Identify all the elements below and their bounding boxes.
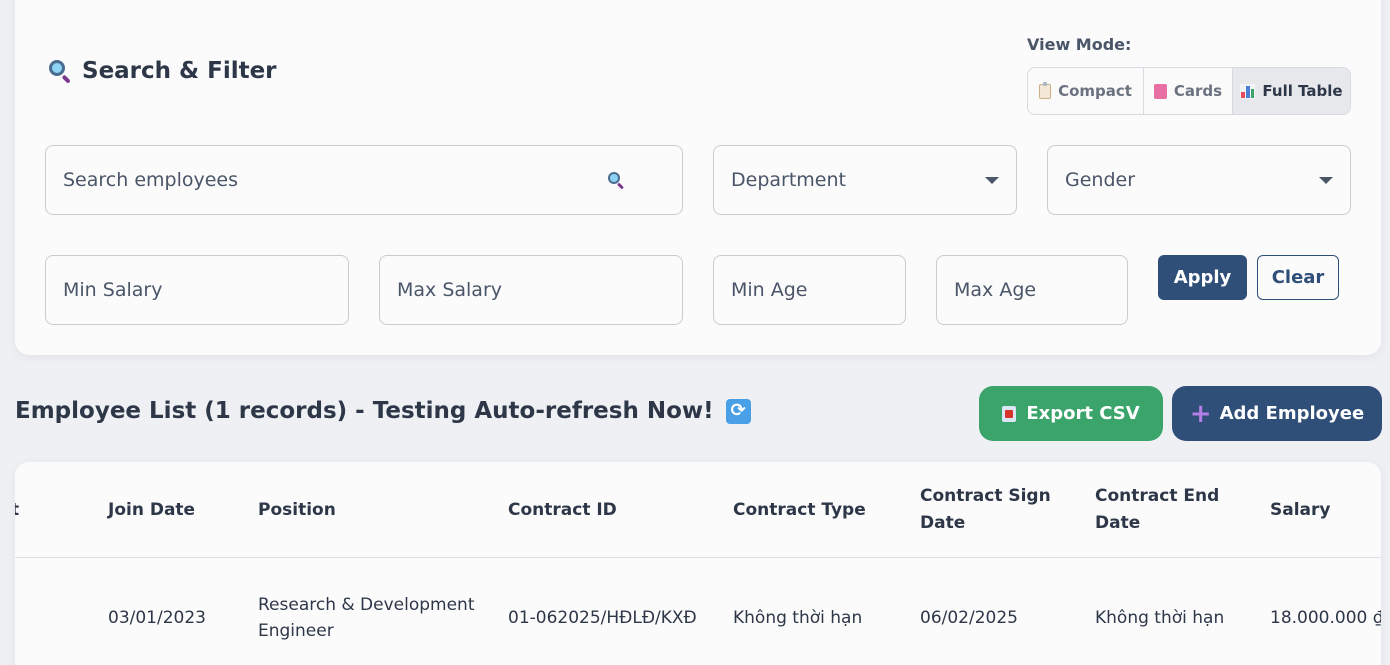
export-csv-label: Export CSV: [1026, 403, 1140, 424]
max-age-input[interactable]: Max Age: [936, 255, 1128, 325]
chevron-down-icon: [1319, 176, 1333, 184]
plus-icon: +: [1189, 398, 1212, 429]
column-header[interactable]: t: [15, 462, 41, 558]
table-cell: 18.000.000 ₫: [1270, 608, 1381, 628]
min-salary-placeholder: Min Salary: [63, 279, 163, 301]
employee-list-title: Employee List (1 records) - Testing Auto…: [15, 398, 714, 424]
clipboard-icon: [1039, 81, 1052, 99]
column-header[interactable]: Contract Type: [733, 462, 903, 558]
apply-button[interactable]: Apply: [1158, 255, 1247, 300]
column-header[interactable]: Position: [258, 462, 488, 558]
gender-select[interactable]: Gender: [1047, 145, 1351, 215]
card-icon: [1153, 83, 1167, 99]
table-cell: 01-062025/HĐLĐ/KXĐ: [508, 608, 697, 628]
table-header-row: t Join Date Position Contract ID Contrac…: [15, 462, 1381, 558]
view-compact-label: Compact: [1058, 82, 1132, 100]
search-placeholder: Search employees: [63, 169, 238, 191]
employee-list-header: Employee List (1 records) - Testing Auto…: [15, 398, 751, 424]
table-cell: 06/02/2025: [920, 608, 1018, 628]
column-header[interactable]: Salary: [1270, 462, 1381, 558]
view-mode-label: View Mode:: [1027, 35, 1132, 54]
column-header[interactable]: Contract Sign Date: [920, 462, 1070, 558]
clear-button[interactable]: Clear: [1257, 255, 1339, 300]
magnifier-icon: [48, 59, 72, 84]
view-full-table-button[interactable]: Full Table: [1233, 68, 1350, 114]
table-cell: 03/01/2023: [108, 608, 206, 628]
max-age-placeholder: Max Age: [954, 279, 1037, 301]
employee-table: t Join Date Position Contract ID Contrac…: [15, 462, 1381, 665]
table-cell: Không thời hạn: [733, 608, 863, 628]
chevron-down-icon: [985, 176, 999, 184]
min-age-input[interactable]: Min Age: [713, 255, 906, 325]
table-cell: Research & Development Engineer: [258, 595, 475, 641]
search-input[interactable]: Search employees: [45, 145, 683, 215]
view-cards-label: Cards: [1173, 82, 1223, 100]
bar-chart-icon: [1240, 83, 1256, 99]
max-salary-input[interactable]: Max Salary: [379, 255, 683, 325]
table-cell: Không thời hạn: [1095, 608, 1225, 628]
column-header[interactable]: Join Date: [108, 462, 248, 558]
search-icon: [607, 171, 625, 190]
column-header[interactable]: Contract ID: [508, 462, 718, 558]
refresh-icon: ⟳: [725, 398, 751, 424]
column-header[interactable]: Contract End Date: [1095, 462, 1245, 558]
export-csv-button[interactable]: Export CSV: [979, 386, 1163, 441]
add-employee-button[interactable]: + Add Employee: [1172, 386, 1382, 441]
view-compact-button[interactable]: Compact: [1028, 68, 1144, 114]
department-select[interactable]: Department: [713, 145, 1017, 215]
department-placeholder: Department: [731, 169, 846, 191]
max-salary-placeholder: Max Salary: [397, 279, 503, 301]
min-salary-input[interactable]: Min Salary: [45, 255, 349, 325]
export-icon: [1002, 405, 1017, 422]
gender-placeholder: Gender: [1065, 169, 1136, 191]
filter-header: Search & Filter: [48, 58, 277, 84]
view-full-table-label: Full Table: [1262, 82, 1343, 100]
add-employee-label: Add Employee: [1219, 403, 1365, 424]
min-age-placeholder: Min Age: [731, 279, 808, 301]
filter-title: Search & Filter: [82, 58, 277, 84]
view-cards-button[interactable]: Cards: [1144, 68, 1233, 114]
view-mode-toggle: Compact Cards Full Table: [1027, 67, 1351, 115]
